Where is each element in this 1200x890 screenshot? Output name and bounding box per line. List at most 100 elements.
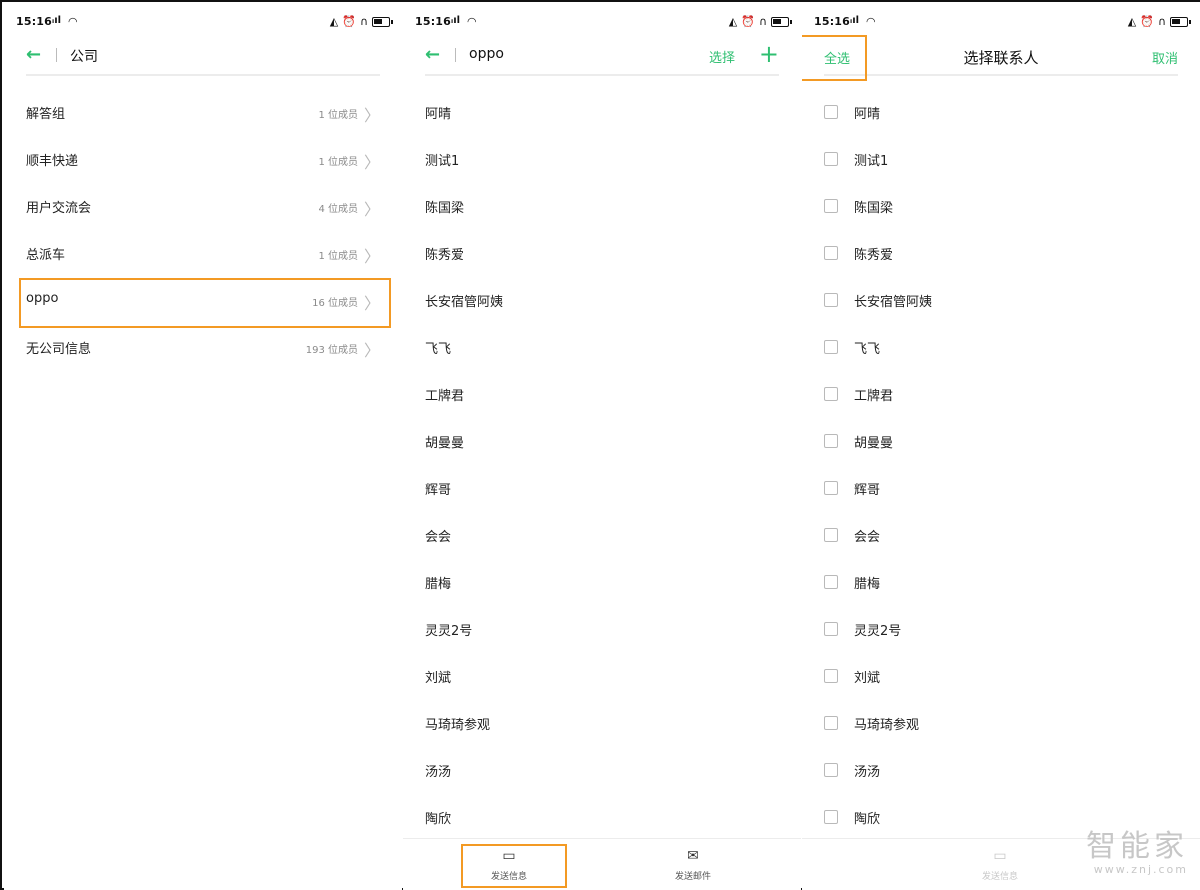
contact-row[interactable]: 腊梅 (802, 560, 1200, 607)
back-arrow-icon[interactable]: ← (425, 44, 440, 65)
checkbox[interactable] (824, 669, 838, 683)
group-row[interactable]: 用户交流会 4 位成员〉 (4, 184, 402, 231)
checkbox[interactable] (824, 105, 838, 119)
contact-row[interactable]: 刘斌 (403, 654, 801, 701)
wifi-icon: ◠ (68, 15, 78, 28)
contact-row[interactable]: 阿晴 (802, 90, 1200, 137)
contact-row[interactable]: 汤汤 (802, 748, 1200, 795)
headphone-icon: ∩ (359, 15, 368, 28)
signal-icon: ᵢıl (52, 15, 62, 26)
contact-name: 马琦琦参观 (425, 718, 491, 733)
contact-row[interactable]: 飞飞 (802, 325, 1200, 372)
group-row-oppo[interactable]: oppo 16 位成员〉 (4, 278, 402, 325)
signal-icon: ᵢıl (850, 15, 860, 26)
checkbox[interactable] (824, 481, 838, 495)
group-name: 用户交流会 (26, 201, 92, 216)
contact-row[interactable]: 工牌君 (403, 372, 801, 419)
contact-name: 胡曼曼 (425, 436, 465, 451)
contact-row[interactable]: 陈秀爱 (403, 231, 801, 278)
chevron-right-icon: 〉 (363, 200, 380, 219)
contact-row[interactable]: 马琦琦参观 (802, 701, 1200, 748)
add-icon[interactable]: + (759, 40, 779, 68)
contact-row[interactable]: 陈国梁 (403, 184, 801, 231)
contact-row[interactable]: 测试1 (403, 137, 801, 184)
back-arrow-icon[interactable]: ← (26, 44, 41, 65)
group-row[interactable]: 顺丰快递 1 位成员〉 (4, 137, 402, 184)
contact-name: 工牌君 (854, 389, 894, 404)
checkbox[interactable] (824, 763, 838, 777)
checkbox[interactable] (824, 152, 838, 166)
contact-row[interactable]: 测试1 (802, 137, 1200, 184)
group-row[interactable]: 无公司信息 193 位成员〉 (4, 325, 402, 372)
cancel-button[interactable]: 取消 (1152, 48, 1178, 67)
contact-row[interactable]: 飞飞 (403, 325, 801, 372)
contact-row[interactable]: 灵灵2号 (403, 607, 801, 654)
checkbox[interactable] (824, 810, 838, 824)
contact-row[interactable]: 陈国梁 (802, 184, 1200, 231)
contact-row[interactable]: 会会 (403, 513, 801, 560)
tab-label: 发送信息 (490, 872, 527, 882)
checkbox[interactable] (824, 575, 838, 589)
contact-row[interactable]: 长安宿管阿姨 (403, 278, 801, 325)
bottom-action-bar: ▭ 发送信息 ✉ 发送邮件 (403, 838, 801, 890)
send-mail-tab[interactable]: ✉ 发送邮件 (643, 847, 743, 882)
contact-name: 灵灵2号 (854, 624, 902, 639)
contact-name: 陈国梁 (425, 201, 465, 216)
contact-row[interactable]: 阿晴 (403, 90, 801, 137)
header-divider (455, 48, 456, 62)
contact-row[interactable]: 胡曼曼 (403, 419, 801, 466)
contact-list: 阿晴 测试1 陈国梁 陈秀爱 长安宿管阿姨 飞飞 工牌君 胡曼曼 辉哥 会会 腊… (403, 90, 801, 842)
checkbox[interactable] (824, 293, 838, 307)
status-time: 15:16 (814, 15, 851, 28)
checkbox[interactable] (824, 246, 838, 260)
contact-row[interactable]: 辉哥 (403, 466, 801, 513)
checkbox[interactable] (824, 434, 838, 448)
checkbox[interactable] (824, 716, 838, 730)
contact-row[interactable]: 汤汤 (403, 748, 801, 795)
contact-name: 测试1 (854, 154, 889, 169)
contact-row[interactable]: 辉哥 (802, 466, 1200, 513)
mute-icon: ◭ (728, 15, 738, 28)
status-time: 15:16 (415, 15, 452, 28)
contact-row[interactable]: 灵灵2号 (802, 607, 1200, 654)
member-count: 1 位成员 (318, 110, 358, 121)
page-title: 选择联系人 (963, 49, 1039, 67)
contact-name: 陶欣 (425, 812, 452, 827)
checkbox[interactable] (824, 199, 838, 213)
contact-name: 刘斌 (854, 671, 881, 686)
contact-name: 陶欣 (854, 812, 881, 827)
checkbox[interactable] (824, 387, 838, 401)
contact-row[interactable]: 工牌君 (802, 372, 1200, 419)
battery-icon (1170, 16, 1191, 27)
contact-row[interactable]: 胡曼曼 (802, 419, 1200, 466)
status-time: 15:16 (16, 15, 53, 28)
contact-name: 长安宿管阿姨 (854, 295, 933, 310)
group-row[interactable]: 解答组 1 位成员〉 (4, 90, 402, 137)
wifi-icon: ◠ (467, 15, 477, 28)
contact-row[interactable]: 陶欣 (403, 795, 801, 842)
contact-row[interactable]: 刘斌 (802, 654, 1200, 701)
contact-row[interactable]: 陈秀爱 (802, 231, 1200, 278)
selectable-contact-list: 阿晴 测试1 陈国梁 陈秀爱 长安宿管阿姨 飞飞 工牌君 胡曼曼 辉哥 会会 腊… (802, 90, 1200, 842)
status-icons: ◭ ⏰ ∩ (1127, 15, 1191, 28)
group-row[interactable]: 总派车 1 位成员〉 (4, 231, 402, 278)
member-count: 16 位成员 (312, 298, 358, 309)
send-message-tab[interactable]: ▭ 发送信息 (459, 847, 559, 882)
status-icons: ◭ ⏰ ∩ (330, 15, 393, 28)
select-button[interactable]: 选择 (709, 47, 735, 66)
contact-row[interactable]: 腊梅 (403, 560, 801, 607)
send-message-tab[interactable]: ▭ 发送信息 (950, 847, 1050, 882)
contact-row[interactable]: 长安宿管阿姨 (802, 278, 1200, 325)
contact-name: 汤汤 (425, 765, 452, 780)
contact-name: 胡曼曼 (854, 436, 894, 451)
checkbox[interactable] (824, 340, 838, 354)
header-divider (56, 48, 57, 62)
watermark: 智能家 www.znj.com (1086, 831, 1188, 877)
contact-row[interactable]: 会会 (802, 513, 1200, 560)
mute-icon: ◭ (1127, 15, 1137, 28)
checkbox[interactable] (824, 528, 838, 542)
panel-company-groups: 15:16 ᵢıl ◠ ◭ ⏰ ∩ ← 公司 解答组 1 位成员〉 顺丰快递 1 位… (4, 2, 402, 890)
contact-row[interactable]: 马琦琦参观 (403, 701, 801, 748)
checkbox[interactable] (824, 622, 838, 636)
chevron-right-icon: 〉 (363, 106, 380, 125)
